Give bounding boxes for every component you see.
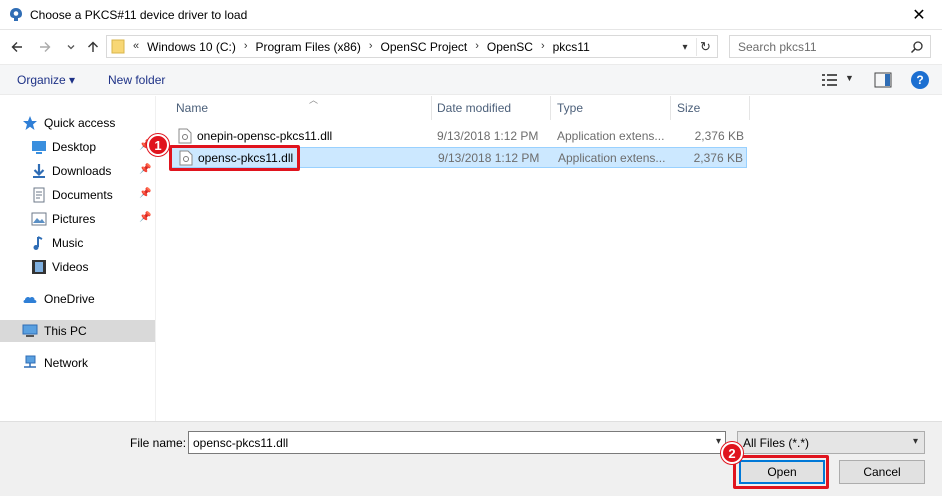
up-arrow-icon[interactable] — [84, 38, 102, 56]
file-date: 9/13/2018 1:12 PM — [438, 151, 540, 165]
sidebar-item-label: This PC — [44, 324, 87, 338]
star-icon — [23, 116, 37, 130]
column-header-size[interactable]: Size — [671, 96, 749, 120]
preview-pane-icon[interactable] — [874, 72, 892, 88]
search-icon[interactable] — [910, 40, 924, 54]
sidebar-item-label: Network — [44, 356, 89, 370]
sidebar-item-videos[interactable]: Videos — [0, 256, 155, 278]
search-placeholder: Search pkcs11 — [738, 40, 817, 54]
file-type-filter-select[interactable]: All Files (*.*) ▾ — [737, 431, 925, 454]
chevron-down-icon[interactable]: ▾ — [913, 436, 918, 447]
download-icon — [33, 164, 45, 178]
search-input[interactable]: Search pkcs11 — [729, 35, 931, 58]
app-icon — [10, 8, 22, 21]
folder-icon — [111, 39, 125, 54]
file-type: Application extens... — [558, 151, 666, 165]
column-divider[interactable] — [749, 96, 750, 120]
file-size: 2,376 KB — [693, 151, 743, 165]
file-date: 9/13/2018 1:12 PM — [437, 129, 539, 143]
chevron-right-icon[interactable]: › — [537, 40, 549, 54]
breadcrumb: « Windows 10 (C:) › Program Files (x86) … — [129, 40, 594, 54]
close-button[interactable]: ✕ — [896, 0, 942, 30]
sidebar-item-label: OneDrive — [44, 292, 95, 306]
file-name: opensc-pkcs11.dll — [198, 151, 294, 165]
video-icon — [32, 260, 46, 274]
new-folder-button[interactable]: New folder — [108, 73, 165, 87]
dialog-footer: File name: opensc-pkcs11.dll ▾ All Files… — [0, 421, 942, 496]
sidebar-item-label: Quick access — [44, 116, 116, 130]
address-dropdown-icon[interactable]: ▾ — [677, 39, 693, 55]
sidebar-item-pictures[interactable]: Pictures 📌 — [0, 208, 155, 230]
sidebar-item-network[interactable]: Network — [0, 352, 155, 374]
sidebar-item-label: Pictures — [52, 212, 96, 226]
view-dropdown-icon[interactable]: ▼ — [845, 73, 854, 83]
file-name-value: opensc-pkcs11.dll — [193, 436, 289, 450]
breadcrumb-item[interactable]: pkcs11 — [549, 40, 594, 54]
window-title: Choose a PKCS#11 device driver to load — [30, 8, 248, 22]
sidebar-item-quick-access[interactable]: Quick access — [0, 112, 155, 134]
recent-locations-chevron-icon[interactable] — [62, 38, 80, 56]
file-list: ︿ Name Date modified Type Size onepin-op… — [157, 95, 942, 421]
address-bar[interactable]: « Windows 10 (C:) › Program Files (x86) … — [106, 35, 718, 58]
sidebar-item-desktop[interactable]: Desktop 📌 — [0, 136, 155, 158]
sidebar-item-music[interactable]: Music — [0, 232, 155, 254]
navigation-pane: Quick access Desktop 📌 Downloads 📌 Docum… — [0, 96, 156, 421]
music-icon — [33, 236, 43, 250]
column-header-type[interactable]: Type — [551, 96, 669, 120]
sidebar-item-label: Downloads — [52, 164, 112, 178]
file-type: Application extens... — [557, 129, 665, 143]
breadcrumb-item[interactable]: Program Files (x86) — [251, 40, 364, 54]
file-name-dropdown-icon[interactable]: ▾ — [716, 436, 721, 447]
computer-icon — [22, 324, 38, 337]
refresh-icon[interactable]: ↻ — [696, 38, 714, 56]
sidebar-item-this-pc[interactable]: This PC — [0, 320, 155, 342]
document-icon — [33, 187, 45, 203]
dll-file-icon — [179, 150, 193, 166]
sidebar-item-label: Videos — [52, 260, 89, 274]
organize-button[interactable]: Organize ▾ — [17, 73, 75, 87]
pin-icon[interactable]: 📌 — [139, 212, 151, 224]
step-marker-2: 2 — [721, 442, 743, 464]
breadcrumb-item[interactable]: Windows 10 (C:) — [143, 40, 240, 54]
chevron-right-icon[interactable]: › — [365, 40, 377, 54]
file-name: onepin-opensc-pkcs11.dll — [197, 129, 333, 143]
pin-icon[interactable]: 📌 — [139, 188, 151, 200]
file-row[interactable]: onepin-opensc-pkcs11.dll 9/13/2018 1:12 … — [171, 126, 747, 147]
breadcrumb-item[interactable]: OpenSC Project — [377, 40, 472, 54]
column-header-date[interactable]: Date modified — [432, 96, 550, 120]
chevron-right-icon[interactable]: › — [471, 40, 483, 54]
file-type-filter-value: All Files (*.*) — [743, 436, 810, 450]
pin-icon[interactable]: 📌 — [139, 164, 151, 176]
file-size: 2,376 KB — [694, 129, 744, 143]
sidebar-item-downloads[interactable]: Downloads 📌 — [0, 160, 155, 182]
view-options-icon[interactable] — [821, 72, 839, 88]
sidebar-item-label: Documents — [52, 188, 113, 202]
file-name-input[interactable]: opensc-pkcs11.dll ▾ — [188, 431, 726, 454]
dll-file-icon — [178, 128, 192, 144]
title-bar: Choose a PKCS#11 device driver to load ✕ — [0, 0, 942, 30]
breadcrumb-overflow[interactable]: « — [129, 40, 143, 54]
sidebar-item-label: Desktop — [52, 140, 97, 154]
sidebar-item-label: Music — [52, 236, 84, 250]
chevron-right-icon[interactable]: › — [240, 40, 252, 54]
back-arrow-icon[interactable] — [8, 38, 26, 56]
open-button[interactable]: Open — [739, 460, 825, 484]
cloud-icon — [23, 296, 37, 303]
sort-ascending-icon: ︿ — [309, 95, 319, 105]
desktop-icon — [32, 141, 46, 154]
sidebar-item-onedrive[interactable]: OneDrive — [0, 288, 155, 310]
picture-icon — [31, 212, 47, 226]
forward-arrow-icon[interactable] — [36, 38, 54, 56]
cancel-button[interactable]: Cancel — [839, 460, 925, 484]
sidebar-item-documents[interactable]: Documents 📌 — [0, 184, 155, 206]
step-marker-1: 1 — [147, 134, 169, 156]
network-icon — [24, 355, 36, 368]
column-header-name[interactable]: ︿ Name — [171, 95, 431, 120]
breadcrumb-item[interactable]: OpenSC — [483, 40, 537, 54]
command-toolbar: Organize ▾ New folder ▼ ? — [0, 64, 942, 95]
help-icon[interactable]: ? — [911, 71, 929, 89]
file-row-selected[interactable]: opensc-pkcs11.dll 9/13/2018 1:12 PM Appl… — [171, 147, 747, 168]
file-name-label: File name: — [130, 436, 187, 450]
